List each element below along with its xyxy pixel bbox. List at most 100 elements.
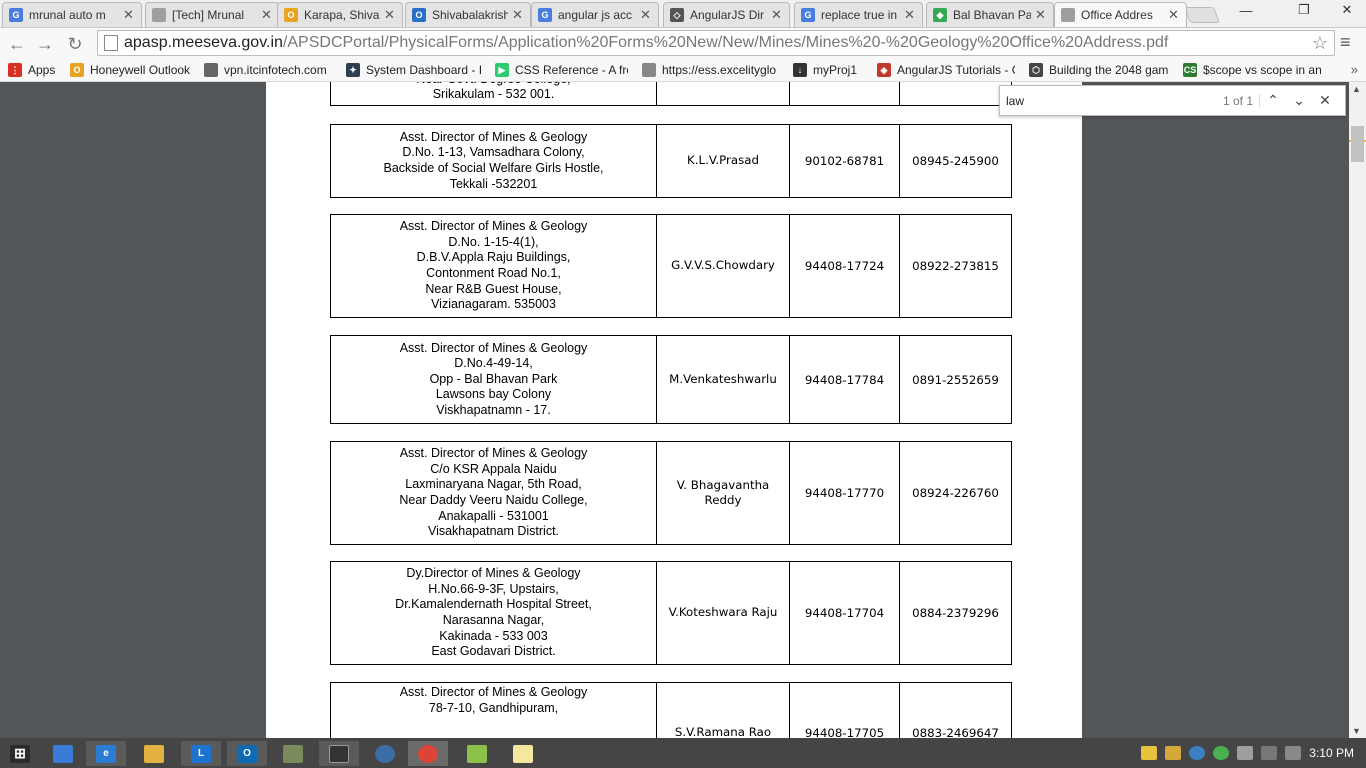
bookmark-label: CSS Reference - A free xyxy=(515,63,628,77)
restore-icon[interactable]: ❐ xyxy=(1290,0,1318,20)
address-line: Contonment Road No.1, xyxy=(426,266,561,280)
scrollbar-thumb[interactable] xyxy=(1351,126,1364,162)
address-line: D.No. 1-13, Vamsadhara Colony, xyxy=(402,145,585,160)
address-cell: Asst. Director of Mines & Geology D.No. 1… xyxy=(331,215,657,317)
landline-cell: 0884-2379296 xyxy=(912,606,999,620)
browser-tab[interactable]: Gangular js acc ✕ xyxy=(531,2,659,27)
tab-title: angular js acc xyxy=(558,8,633,22)
tray-monitor-icon[interactable] xyxy=(1237,746,1254,760)
forward-icon[interactable]: → xyxy=(33,32,57,56)
tray-sync-icon[interactable] xyxy=(1189,746,1206,760)
find-previous-icon[interactable]: ⌃ xyxy=(1260,92,1286,109)
taskbar-app[interactable] xyxy=(273,741,313,766)
officer-cell: M.Venkateshwarlu xyxy=(657,336,790,423)
signal-icon[interactable] xyxy=(1261,746,1278,760)
bookmark-item[interactable]: ◈ AngularJS Tutorials - C xyxy=(877,63,1015,77)
bookmark-label: Building the 2048 gam xyxy=(1049,63,1169,77)
address-cell: Asst. Director of Mines & Geology 78-7-10… xyxy=(331,683,657,738)
bookmark-item[interactable]: CS $scope vs scope in an xyxy=(1183,63,1323,77)
taskbar-app[interactable]: L xyxy=(181,741,221,766)
address-line: Dy.Director of Mines & Geology xyxy=(406,566,581,581)
address-cell: Dy.Director of Mines & Geology H.No.66-9-… xyxy=(331,562,657,664)
bookmark-favicon-icon: ✦ xyxy=(346,63,360,77)
chrome-icon xyxy=(418,744,438,763)
bookmark-favicon-icon: ◈ xyxy=(877,63,891,77)
explorer-small-icon xyxy=(53,744,73,763)
tab-close-icon[interactable]: ✕ xyxy=(1035,7,1047,23)
minimize-icon[interactable]: — xyxy=(1232,0,1260,20)
start-button[interactable]: ⊞ xyxy=(0,741,40,766)
bookmark-favicon-icon: ↓ xyxy=(793,63,807,77)
bookmark-label: Honeywell Outlook xyxy=(90,63,190,77)
address-bar[interactable]: apasp.meeseva.gov.in/APSDCPortal/Physica… xyxy=(97,30,1335,56)
tab-title: replace true in xyxy=(821,8,898,22)
bookmark-item[interactable]: ✦ System Dashboard - I xyxy=(346,63,481,77)
new-tab-button[interactable] xyxy=(1184,7,1220,23)
tab-close-icon[interactable]: ✕ xyxy=(1168,7,1180,23)
bookmark-item[interactable]: ⋮ Apps xyxy=(8,63,56,77)
address-line: Asst. Director of Mines & Geology xyxy=(399,219,588,234)
address-cell: Asst. Director of Mines & Geology C/o KSR… xyxy=(331,442,657,544)
bookmark-item[interactable]: ⬡ Building the 2048 gam xyxy=(1029,63,1169,77)
tab-favicon-icon: ◇ xyxy=(670,8,684,22)
taskbar-app[interactable] xyxy=(43,741,83,766)
folder-icon xyxy=(144,744,164,763)
bookmark-item[interactable]: ↓ myProj1 xyxy=(793,63,863,77)
tab-close-icon[interactable]: ✕ xyxy=(512,7,524,23)
bookmark-item[interactable]: https://ess.excelityglo xyxy=(642,63,779,77)
scroll-down-icon[interactable]: ▼ xyxy=(1352,726,1361,736)
bookmark-star-icon[interactable]: ☆ xyxy=(1312,33,1328,54)
browser-tab[interactable]: O Karapa, Shiva ✕ xyxy=(277,2,403,27)
find-input[interactable]: law xyxy=(1000,94,1200,108)
taskbar-app[interactable] xyxy=(457,741,497,766)
bookmarks-overflow-icon[interactable]: » xyxy=(1351,62,1358,77)
taskbar-app[interactable]: e xyxy=(86,741,126,766)
browser-tab[interactable]: ◇ AngularJS Dir ✕ xyxy=(663,2,790,27)
window-close-icon[interactable]: ✕ xyxy=(1333,0,1361,20)
tray-status-icon[interactable] xyxy=(1213,746,1230,760)
landline-cell: 08922-273815 xyxy=(912,259,999,273)
mobile-cell: 94408-17704 xyxy=(790,562,900,664)
tab-close-icon[interactable]: ✕ xyxy=(904,7,916,23)
vertical-scrollbar[interactable]: ▲ ▼ xyxy=(1349,82,1366,738)
browser-tab[interactable]: Greplace true in ✕ xyxy=(794,2,923,27)
bookmark-item[interactable]: vpn.itcinfotech.com xyxy=(204,63,332,77)
tab-favicon-icon: G xyxy=(9,8,23,22)
scroll-up-icon[interactable]: ▲ xyxy=(1352,84,1361,94)
volume-icon[interactable] xyxy=(1285,746,1302,760)
browser-tab[interactable]: Office Addres ✕ xyxy=(1054,2,1187,27)
tab-close-icon[interactable]: ✕ xyxy=(123,7,135,23)
taskbar-clock[interactable]: 3:10 PM xyxy=(1309,746,1354,760)
browser-tab[interactable]: [Tech] Mrunal ✕ xyxy=(145,2,280,27)
address-line: Asst. Director of Mines & Geology xyxy=(399,340,588,355)
address-line: Tekkali -532201 xyxy=(449,176,538,191)
tab-favicon-icon xyxy=(1061,8,1075,22)
address-line: D.No.4-49-14, xyxy=(454,356,533,371)
taskbar-app[interactable] xyxy=(503,741,543,766)
pdf-viewer: Near Govt. Degree College,Srikakulam - 5… xyxy=(0,82,1366,738)
bookmark-label: $scope vs scope in an xyxy=(1203,63,1322,77)
reload-icon[interactable]: ↻ xyxy=(63,32,87,56)
tab-close-icon[interactable]: ✕ xyxy=(771,7,783,23)
find-next-icon[interactable]: ⌄ xyxy=(1286,92,1312,109)
taskbar-app[interactable] xyxy=(134,741,174,766)
tray-app-icon[interactable] xyxy=(1165,746,1182,760)
pdf-page: Near Govt. Degree College,Srikakulam - 5… xyxy=(266,82,1082,738)
browser-tab[interactable]: O Shivabalakrish ✕ xyxy=(405,2,531,27)
notification-icon[interactable] xyxy=(1141,746,1158,760)
tab-close-icon[interactable]: ✕ xyxy=(261,7,273,23)
taskbar-app[interactable] xyxy=(365,741,405,766)
bookmark-item[interactable]: ▶ CSS Reference - A free xyxy=(495,63,628,77)
tab-close-icon[interactable]: ✕ xyxy=(640,7,652,23)
tab-close-icon[interactable]: ✕ xyxy=(384,7,396,23)
taskbar-app[interactable] xyxy=(408,741,448,766)
bookmark-item[interactable]: O Honeywell Outlook xyxy=(70,63,190,77)
chrome-menu-icon[interactable]: ≡ xyxy=(1340,32,1351,53)
back-icon[interactable]: ← xyxy=(5,32,29,56)
browser-tab[interactable]: ◆ Bal Bhavan Pa ✕ xyxy=(926,2,1054,27)
address-line: Lawsons bay Colony xyxy=(435,387,552,402)
taskbar-app[interactable] xyxy=(319,741,359,766)
taskbar-app[interactable]: O xyxy=(227,741,267,766)
browser-tab[interactable]: Gmrunal auto m ✕ xyxy=(2,2,142,27)
find-close-icon[interactable]: ✕ xyxy=(1312,92,1338,109)
